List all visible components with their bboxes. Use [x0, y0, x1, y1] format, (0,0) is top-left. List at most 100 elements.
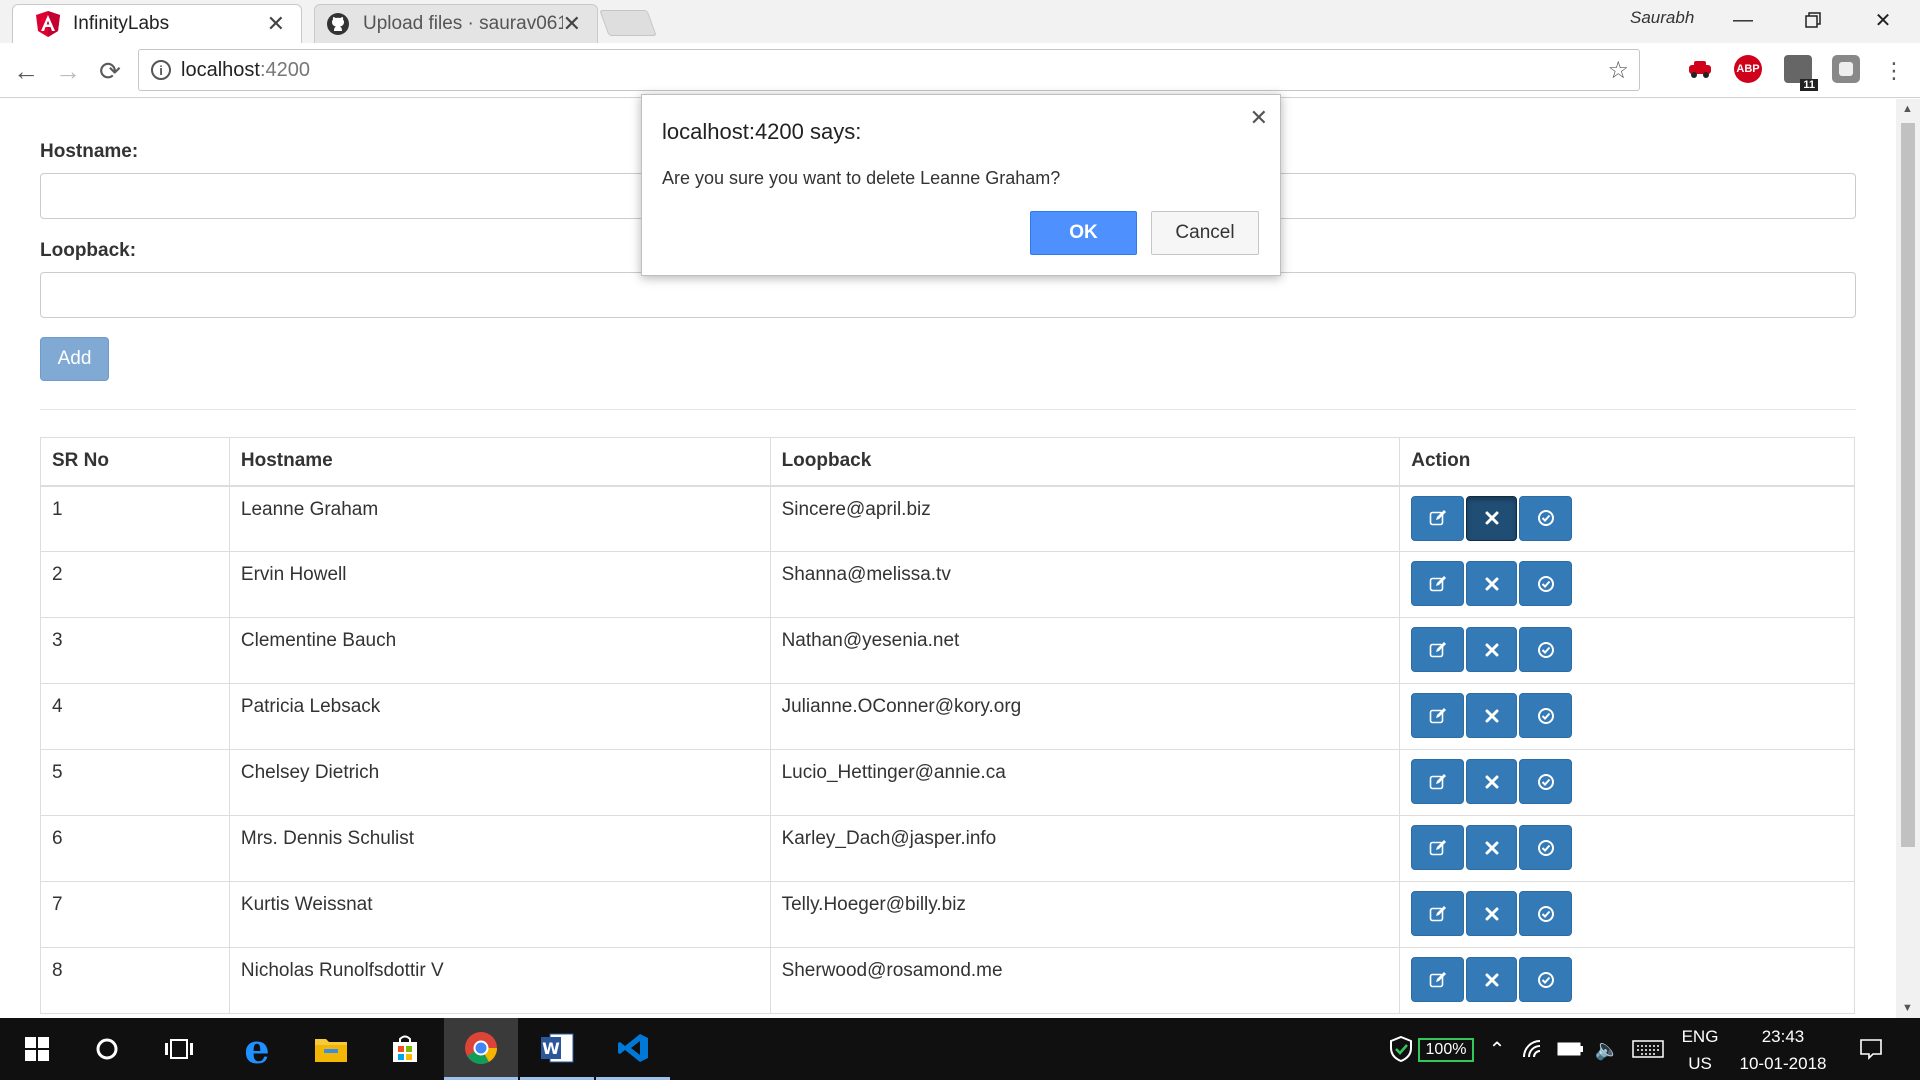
- table-row: 5 Chelsey Dietrich Lucio_Hettinger@annie.c…: [40, 749, 1855, 816]
- add-button[interactable]: Add: [40, 337, 109, 381]
- cell-loopback: Sincere@april.biz: [769, 485, 1401, 552]
- delete-icon: [1485, 577, 1499, 591]
- windows-start-icon[interactable]: [0, 1018, 74, 1080]
- cell-sr-no: 4: [40, 683, 230, 750]
- browser-menu-icon[interactable]: ⋮: [1876, 53, 1912, 89]
- volume-icon[interactable]: 🔈: [1590, 1018, 1624, 1080]
- dialog-title: localhost:4200 says:: [662, 119, 862, 144]
- edit-icon: [1429, 509, 1447, 527]
- show-hidden-icons-icon[interactable]: ⌃: [1482, 1018, 1512, 1080]
- delete-button[interactable]: [1466, 825, 1518, 870]
- close-tab-icon[interactable]: ✕: [563, 11, 581, 37]
- vscode-taskbar-icon[interactable]: [596, 1018, 670, 1080]
- action-center-icon[interactable]: [1846, 1018, 1896, 1080]
- input-language[interactable]: ENG: [1670, 1027, 1730, 1047]
- clock-date[interactable]: 10-01-2018: [1733, 1054, 1833, 1074]
- power-icon[interactable]: [1554, 1018, 1588, 1080]
- confirm-button[interactable]: [1519, 627, 1573, 672]
- delete-button[interactable]: [1466, 495, 1518, 541]
- security-shield-icon[interactable]: [1384, 1018, 1418, 1080]
- confirm-button[interactable]: [1519, 693, 1573, 738]
- delete-button[interactable]: [1466, 957, 1518, 1002]
- info-icon[interactable]: i: [151, 60, 171, 80]
- confirm-button[interactable]: [1519, 825, 1573, 870]
- table-header-row: SR No Hostname Loopback Action: [40, 437, 1855, 487]
- store-icon[interactable]: [368, 1018, 442, 1080]
- file-explorer-icon[interactable]: [294, 1018, 368, 1080]
- page-scrollbar[interactable]: ▲ ▼: [1896, 99, 1920, 1018]
- edit-button[interactable]: [1411, 957, 1465, 1002]
- address-bar[interactable]: i localhost:4200 ☆: [138, 49, 1640, 91]
- battery-status[interactable]: 100%: [1418, 1038, 1474, 1062]
- restore-window-icon[interactable]: [1783, 0, 1843, 40]
- delete-button[interactable]: [1466, 561, 1518, 606]
- tab-infinitylabs[interactable]: InfinityLabs ✕: [12, 4, 302, 43]
- edit-icon: [1429, 971, 1447, 989]
- grey-extension-icon[interactable]: [1832, 55, 1860, 83]
- chrome-taskbar-icon[interactable]: [444, 1018, 518, 1080]
- confirm-button[interactable]: [1519, 561, 1573, 606]
- word-taskbar-icon[interactable]: W: [520, 1018, 594, 1080]
- confirm-button[interactable]: [1519, 759, 1573, 804]
- delete-icon: [1485, 973, 1499, 987]
- new-tab-button[interactable]: [599, 10, 657, 36]
- wifi-icon[interactable]: [1518, 1018, 1552, 1080]
- forward-icon[interactable]: →: [50, 53, 86, 89]
- edit-button[interactable]: [1411, 627, 1465, 672]
- cell-hostname: Chelsey Dietrich: [228, 749, 771, 816]
- edit-button[interactable]: [1411, 561, 1465, 606]
- edit-button[interactable]: [1411, 759, 1465, 804]
- edit-button[interactable]: [1411, 891, 1465, 936]
- column-header-hostname: Hostname: [228, 437, 771, 487]
- edit-button[interactable]: [1411, 693, 1465, 738]
- cell-loopback: Julianne.OConner@kory.org: [769, 683, 1401, 750]
- clock-time[interactable]: 23:43: [1733, 1027, 1833, 1047]
- touch-keyboard-icon[interactable]: [1628, 1018, 1668, 1080]
- edit-button[interactable]: [1411, 825, 1465, 870]
- close-tab-icon[interactable]: ✕: [267, 11, 285, 37]
- tab-upload-files[interactable]: Upload files · saurav0611 ✕: [314, 4, 598, 43]
- cell-loopback: Karley_Dach@jasper.info: [769, 815, 1401, 882]
- check-circle-icon: [1537, 707, 1555, 725]
- close-dialog-icon[interactable]: ✕: [1250, 105, 1268, 131]
- confirm-dialog: localhost:4200 says: ✕ Are you sure you …: [641, 94, 1281, 276]
- check-circle-icon: [1537, 575, 1555, 593]
- delete-button[interactable]: [1466, 693, 1518, 738]
- back-icon[interactable]: ←: [8, 53, 44, 89]
- cell-action: [1399, 551, 1855, 618]
- confirm-button[interactable]: [1519, 891, 1573, 936]
- delete-button[interactable]: [1466, 627, 1518, 672]
- table-row: 1 Leanne Graham Sincere@april.biz: [40, 485, 1855, 552]
- task-view-icon[interactable]: [142, 1018, 216, 1080]
- red-car-extension-icon[interactable]: [1686, 55, 1714, 83]
- adblock-plus-icon[interactable]: ABP: [1734, 55, 1762, 83]
- input-region[interactable]: US: [1670, 1054, 1730, 1074]
- cell-loopback: Nathan@yesenia.net: [769, 617, 1401, 684]
- reload-icon[interactable]: ⟳: [92, 53, 128, 89]
- delete-button[interactable]: [1466, 891, 1518, 936]
- table-body: 1 Leanne Graham Sincere@april.biz 2 Ervin Ho…: [40, 485, 1855, 1014]
- scroll-up-icon[interactable]: ▲: [1902, 103, 1913, 115]
- cortana-search-icon[interactable]: [70, 1018, 144, 1080]
- cell-action: [1399, 485, 1855, 552]
- confirm-button[interactable]: [1519, 495, 1573, 541]
- edge-browser-icon[interactable]: e: [220, 1018, 294, 1080]
- windows-taskbar: e W 100% ⌃ 🔈 ENG US 23:43 10-01-2018: [0, 1018, 1920, 1080]
- cancel-button[interactable]: Cancel: [1151, 211, 1259, 255]
- confirm-button[interactable]: [1519, 957, 1573, 1002]
- profile-name[interactable]: Saurabh: [1630, 8, 1694, 28]
- scroll-down-icon[interactable]: ▼: [1902, 1002, 1913, 1014]
- bookmark-star-icon[interactable]: ☆: [1607, 56, 1629, 85]
- extension-badge-count: 11: [1800, 79, 1818, 91]
- scroll-thumb[interactable]: [1901, 123, 1915, 847]
- ok-button[interactable]: OK: [1030, 211, 1137, 255]
- cell-action: [1399, 815, 1855, 882]
- url-host: localhost: [181, 58, 260, 81]
- extension-badge-icon[interactable]: 11: [1784, 55, 1818, 91]
- edit-button[interactable]: [1411, 495, 1465, 541]
- cell-sr-no: 6: [40, 815, 230, 882]
- minimize-window-icon[interactable]: —: [1713, 0, 1773, 40]
- loopback-input[interactable]: [40, 272, 1856, 318]
- close-window-icon[interactable]: ✕: [1853, 0, 1913, 40]
- delete-button[interactable]: [1466, 759, 1518, 804]
